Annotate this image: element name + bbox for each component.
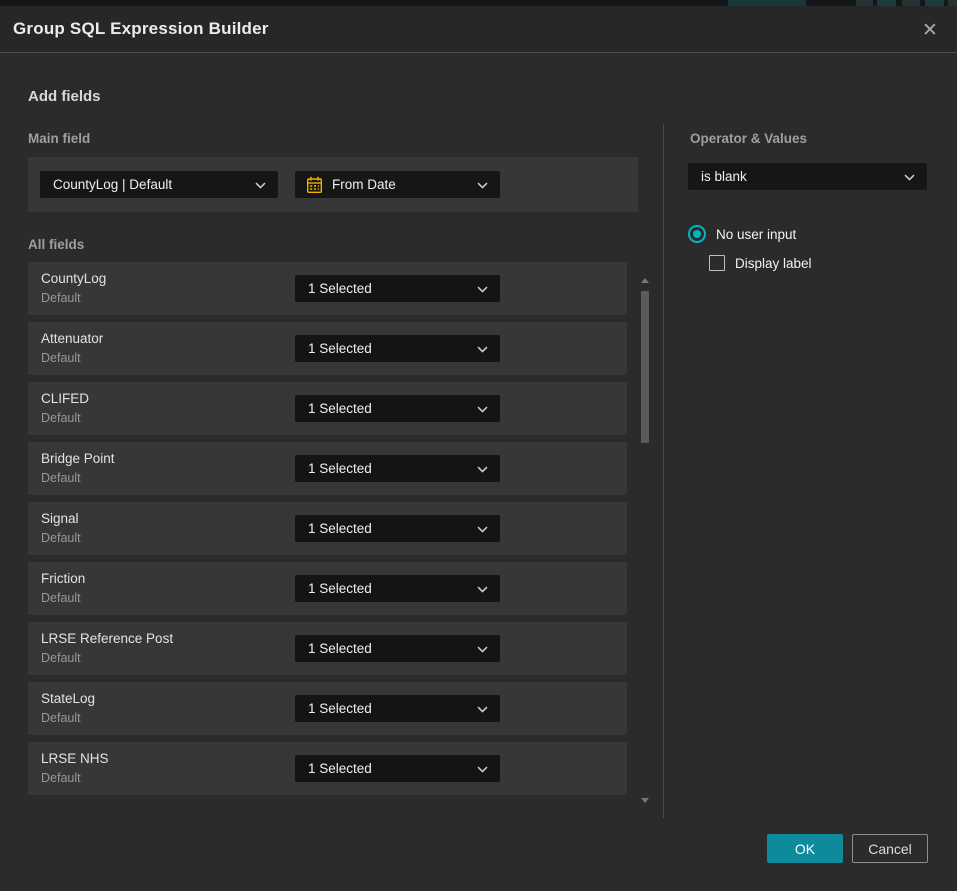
calendar-icon xyxy=(306,176,323,194)
field-subtitle: Default xyxy=(41,411,81,425)
cancel-button[interactable]: Cancel xyxy=(852,834,928,863)
field-selected-dropdown[interactable]: 1 Selected xyxy=(295,275,500,302)
field-selected-value: 1 Selected xyxy=(295,461,372,476)
field-subtitle: Default xyxy=(41,531,81,545)
chevron-down-icon xyxy=(477,706,488,713)
field-selected-dropdown[interactable]: 1 Selected xyxy=(295,575,500,602)
field-selected-value: 1 Selected xyxy=(295,341,372,356)
field-subtitle: Default xyxy=(41,711,81,725)
field-selected-value: 1 Selected xyxy=(295,521,372,536)
field-name: Friction xyxy=(41,571,85,586)
field-name: CountyLog xyxy=(41,271,106,286)
group-sql-expression-builder-dialog: Group SQL Expression Builder ✕ Add field… xyxy=(0,6,957,891)
layer-select-dropdown[interactable]: CountyLog | Default xyxy=(40,171,278,198)
add-fields-heading: Add fields xyxy=(28,88,101,105)
field-row: CountyLog Default 1 Selected xyxy=(28,262,627,315)
field-row: LRSE Reference Post Default 1 Selected xyxy=(28,622,627,675)
dialog-title: Group SQL Expression Builder xyxy=(0,19,269,39)
field-name: StateLog xyxy=(41,691,95,706)
list-scrollbar[interactable] xyxy=(637,262,652,807)
field-selected-dropdown[interactable]: 1 Selected xyxy=(295,455,500,482)
field-subtitle: Default xyxy=(41,471,81,485)
chevron-down-icon xyxy=(477,646,488,653)
field-row: Bridge Point Default 1 Selected xyxy=(28,442,627,495)
field-selected-dropdown[interactable]: 1 Selected xyxy=(295,695,500,722)
close-icon[interactable]: ✕ xyxy=(915,15,945,45)
chevron-down-icon xyxy=(477,526,488,533)
main-field-label: Main field xyxy=(28,131,90,146)
ok-button[interactable]: OK xyxy=(767,834,843,863)
main-field-panel: CountyLog | Default From Date xyxy=(28,157,638,212)
chevron-down-icon xyxy=(477,406,488,413)
chevron-down-icon xyxy=(477,182,488,189)
chevron-down-icon xyxy=(477,346,488,353)
radio-label: No user input xyxy=(716,227,796,242)
chevron-down-icon xyxy=(477,286,488,293)
field-selected-value: 1 Selected xyxy=(295,581,372,596)
scrollbar-thumb[interactable] xyxy=(641,291,649,443)
field-name: Bridge Point xyxy=(41,451,115,466)
field-selected-dropdown[interactable]: 1 Selected xyxy=(295,395,500,422)
field-selected-dropdown[interactable]: 1 Selected xyxy=(295,335,500,362)
field-selected-dropdown[interactable]: 1 Selected xyxy=(295,755,500,782)
field-selected-value: 1 Selected xyxy=(295,641,372,656)
dialog-header: Group SQL Expression Builder ✕ xyxy=(0,6,957,53)
scroll-up-icon[interactable] xyxy=(641,278,649,283)
field-name: LRSE Reference Post xyxy=(41,631,173,646)
field-subtitle: Default xyxy=(41,771,81,785)
field-select-dropdown[interactable]: From Date xyxy=(295,171,500,198)
field-selected-value: 1 Selected xyxy=(295,701,372,716)
field-selected-value: 1 Selected xyxy=(295,401,372,416)
radio-selected-icon xyxy=(688,225,706,243)
chevron-down-icon xyxy=(904,174,915,181)
operator-dropdown[interactable]: is blank xyxy=(688,163,927,190)
all-fields-label: All fields xyxy=(28,237,84,252)
field-row: CLIFED Default 1 Selected xyxy=(28,382,627,435)
chevron-down-icon xyxy=(477,466,488,473)
field-name: Signal xyxy=(41,511,79,526)
chevron-down-icon xyxy=(255,182,266,189)
panel-divider xyxy=(663,124,664,818)
layer-select-value: CountyLog | Default xyxy=(40,177,172,192)
scroll-down-icon[interactable] xyxy=(641,798,649,803)
checkbox-unchecked-icon xyxy=(709,255,725,271)
checkbox-label: Display label xyxy=(735,256,812,271)
field-subtitle: Default xyxy=(41,651,81,665)
field-selected-dropdown[interactable]: 1 Selected xyxy=(295,635,500,662)
field-subtitle: Default xyxy=(41,291,81,305)
operator-values-label: Operator & Values xyxy=(690,131,807,146)
field-subtitle: Default xyxy=(41,591,81,605)
chevron-down-icon xyxy=(477,586,488,593)
field-subtitle: Default xyxy=(41,351,81,365)
operator-value: is blank xyxy=(688,169,747,184)
field-row: Friction Default 1 Selected xyxy=(28,562,627,615)
field-selected-value: 1 Selected xyxy=(295,761,372,776)
field-row: LRSE NHS Default 1 Selected xyxy=(28,742,627,795)
field-row: Signal Default 1 Selected xyxy=(28,502,627,555)
display-label-checkbox[interactable]: Display label xyxy=(709,255,812,271)
field-selected-dropdown[interactable]: 1 Selected xyxy=(295,515,500,542)
field-name: LRSE NHS xyxy=(41,751,109,766)
field-row: StateLog Default 1 Selected xyxy=(28,682,627,735)
field-name: Attenuator xyxy=(41,331,103,346)
field-name: CLIFED xyxy=(41,391,89,406)
no-user-input-radio[interactable]: No user input xyxy=(688,225,796,243)
field-select-value: From Date xyxy=(332,177,396,192)
chevron-down-icon xyxy=(477,766,488,773)
field-row: Attenuator Default 1 Selected xyxy=(28,322,627,375)
field-selected-value: 1 Selected xyxy=(295,281,372,296)
